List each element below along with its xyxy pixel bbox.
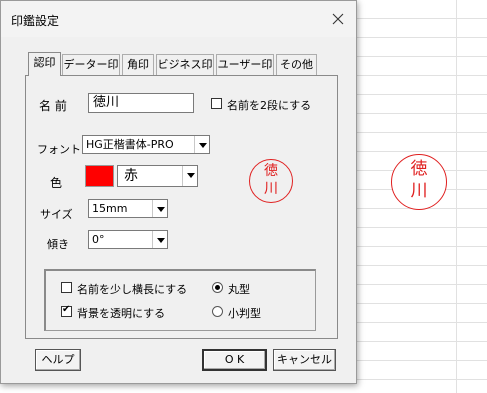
name-label: 名 前 [39,99,67,113]
stretch-label: 名前を少し横長にする [77,283,188,296]
cancel-button[interactable]: キャンセル [273,349,336,371]
chevron-down-icon[interactable] [182,166,197,186]
round-label: 丸型 [228,283,250,296]
seal-preview-char-1: 徳 [264,163,278,179]
color-select[interactable]: 赤 [117,165,198,187]
grid-row-line [356,113,487,114]
grid-row-line [356,18,487,19]
tilt-select-value: 0° [92,233,105,246]
two-line-label: 名前を2段にする [227,99,312,112]
sheet-seal-char-1: 徳 [410,159,428,179]
font-select[interactable]: HG正楷書体-PRO [82,135,210,154]
seal-settings-dialog: 印鑑設定 認印 データー印 角印 ビジネス印 ユーザー印 その他 名 前 徳川 … [0,0,357,384]
stretch-checkbox[interactable] [61,282,72,293]
tilt-label: 傾き [47,238,69,251]
tab-data-seal[interactable]: データー印 [62,54,120,75]
grid-row-line [356,322,487,323]
chevron-down-icon[interactable] [152,200,167,217]
tab-business-seal[interactable]: ビジネス印 [156,54,214,75]
grid-row-line [356,132,487,133]
grid-row-line [356,37,487,38]
grid-row-line [356,246,487,247]
oval-radio[interactable] [212,306,223,317]
grid-row-line [356,75,487,76]
transparent-label: 背景を透明にする [77,307,166,320]
close-icon[interactable] [328,9,348,29]
grid-row-line [356,341,487,342]
sheet-seal-stamp[interactable]: 徳 川 [391,154,447,210]
options-group [44,269,316,331]
two-line-checkbox[interactable] [211,98,222,109]
seal-preview-char-2: 川 [264,181,278,197]
color-select-value: 赤 [124,168,138,184]
size-select-value: 15mm [92,202,128,215]
grid-row-line [356,151,487,152]
size-label: サイズ [40,208,73,221]
grid-row-line [356,227,487,228]
help-button[interactable]: ヘルプ [35,349,81,371]
spreadsheet-background: 徳 川 [356,0,487,393]
transparent-checkbox[interactable] [61,304,72,317]
ok-button[interactable]: O K [202,349,267,371]
name-input[interactable]: 徳川 [88,93,194,113]
grid-row-line [356,94,487,95]
tab-user-seal[interactable]: ユーザー印 [216,54,274,75]
size-select[interactable]: 15mm [88,199,168,218]
tilt-select[interactable]: 0° [88,230,168,249]
grid-row-line [356,379,487,380]
grid-row-line [356,284,487,285]
round-radio[interactable] [212,282,223,293]
color-label: 色 [50,176,63,190]
oval-label: 小判型 [228,307,261,320]
seal-preview: 徳 川 [249,159,293,203]
sheet-seal-char-2: 川 [410,181,428,201]
tab-square-seal[interactable]: 角印 [122,54,154,75]
chevron-down-icon[interactable] [152,231,167,248]
grid-column-line [456,0,457,393]
tab-mitome[interactable]: 認印 [28,52,61,76]
color-swatch[interactable] [85,165,114,187]
dialog-title: 印鑑設定 [11,14,60,28]
tab-other[interactable]: その他 [276,54,317,75]
grid-row-line [356,265,487,266]
title-bar[interactable]: 印鑑設定 [1,1,356,37]
font-select-value: HG正楷書体-PRO [86,138,174,151]
grid-row-line [356,303,487,304]
font-label: フォント [37,143,81,156]
grid-row-line [356,56,487,57]
chevron-down-icon[interactable] [194,136,209,153]
grid-row-line [356,360,487,361]
